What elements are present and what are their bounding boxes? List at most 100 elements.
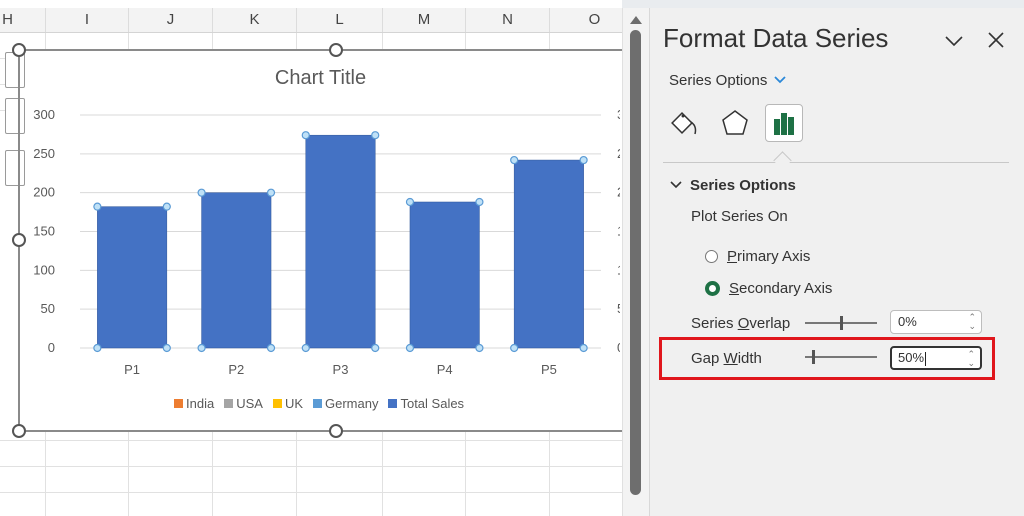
radio-checked-icon	[705, 281, 720, 296]
selection-handle[interactable]	[301, 131, 310, 140]
column-header-k[interactable]: K	[213, 8, 297, 32]
series-options-dropdown[interactable]: Series Options	[669, 72, 787, 89]
column-header-i[interactable]: I	[46, 8, 129, 32]
bar-p5[interactable]	[513, 159, 584, 349]
format-data-series-pane: Format Data Series Series Options Series…	[649, 8, 1024, 516]
resize-handle-top-left[interactable]	[12, 43, 26, 57]
selection-handle[interactable]	[266, 188, 276, 197]
y-tick-label: 50	[41, 301, 55, 316]
chart-legend[interactable]: India USA UK Germany Total Sales	[174, 396, 464, 411]
resize-handle-bottom-center[interactable]	[329, 424, 343, 438]
legend-item-germany[interactable]: Germany	[313, 396, 378, 411]
y-tick-label: 300	[33, 107, 55, 122]
selection-handle[interactable]	[197, 343, 206, 353]
y-tick-label: 0	[48, 340, 55, 355]
close-icon[interactable]	[985, 28, 1007, 50]
chevron-down-icon	[670, 177, 682, 194]
chart-border	[19, 49, 622, 51]
legend-label: Germany	[325, 396, 379, 411]
column-label: J	[166, 11, 175, 28]
selection-handle[interactable]	[93, 343, 102, 353]
secondary-axis-radio[interactable]: Secondary Axis	[705, 280, 832, 297]
effects-tab-icon[interactable]	[716, 104, 754, 142]
legend-label: USA	[236, 396, 263, 411]
resize-handle-middle-left[interactable]	[12, 233, 26, 247]
selection-handle[interactable]	[510, 343, 519, 353]
label-text: idth	[737, 350, 762, 367]
selection-handle[interactable]	[579, 343, 588, 353]
legend-item-total-sales[interactable]: Total Sales	[388, 396, 464, 411]
gap-width-slider[interactable]	[805, 350, 877, 364]
legend-item-india[interactable]: India	[174, 396, 214, 411]
selection-handle[interactable]	[301, 343, 310, 353]
selection-handle[interactable]	[475, 343, 484, 353]
section-title: Series Options	[690, 177, 796, 194]
series-options-section-header[interactable]: Series Options	[670, 177, 796, 194]
column-header-l[interactable]: L	[297, 8, 383, 32]
legend-swatch	[272, 399, 282, 408]
legend-item-uk[interactable]: UK	[272, 396, 303, 411]
label-text: econdary Axis	[739, 280, 833, 297]
selection-handle[interactable]	[266, 343, 276, 353]
series-overlap-slider[interactable]	[805, 316, 877, 330]
bar-p3[interactable]	[305, 134, 376, 349]
selection-handle[interactable]	[371, 343, 380, 353]
vertical-scrollbar[interactable]	[622, 8, 649, 516]
legend-swatch	[224, 399, 234, 408]
access-key: S	[729, 280, 740, 297]
selection-handle[interactable]	[405, 343, 415, 353]
y-tick-label: 200	[33, 185, 55, 200]
resize-handle-bottom-left[interactable]	[12, 424, 26, 438]
column-header-m[interactable]: M	[383, 8, 466, 32]
input-value: 50%	[898, 350, 925, 365]
spin-arrows-icon[interactable]: ⌃ ⌄	[968, 311, 976, 331]
bar-p4[interactable]	[409, 201, 480, 349]
pane-title: Format Data Series	[663, 23, 889, 53]
x-tick-label: P5	[541, 362, 557, 377]
selection-handle[interactable]	[93, 202, 102, 211]
legend-item-usa[interactable]: USA	[224, 396, 263, 411]
legend-label: India	[186, 396, 215, 411]
series-overlap-input[interactable]: 0% ⌃ ⌄	[890, 310, 982, 334]
column-label: O	[588, 11, 601, 28]
x-tick-label: P4	[437, 362, 453, 377]
selection-handle[interactable]	[475, 197, 484, 207]
pane-options-chevron-icon[interactable]	[943, 30, 965, 52]
scroll-up-arrow-icon[interactable]	[630, 16, 642, 24]
selection-handle[interactable]	[510, 155, 519, 165]
column-label: N	[502, 11, 513, 28]
column-label: K	[249, 11, 260, 28]
bar-p2[interactable]	[201, 192, 272, 349]
label-text: Gap	[691, 350, 724, 367]
slider-thumb[interactable]	[840, 316, 843, 330]
fill-line-tab-icon[interactable]	[667, 104, 705, 142]
input-value: 0%	[898, 314, 917, 329]
grid-line	[0, 492, 622, 493]
gap-width-input[interactable]: 50% ⌃ ⌄	[890, 346, 982, 370]
chart-area[interactable]: Chart Title 0050501001001501502002002502…	[5, 50, 622, 431]
selection-handle[interactable]	[371, 131, 380, 140]
bar-p1[interactable]	[97, 206, 168, 349]
resize-handle-top-center[interactable]	[329, 43, 343, 57]
selection-handle[interactable]	[162, 343, 171, 353]
column-header-n[interactable]: N	[466, 8, 550, 32]
selection-handle[interactable]	[579, 155, 588, 165]
selection-handle[interactable]	[197, 188, 206, 197]
selection-handle[interactable]	[405, 197, 415, 207]
column-header-h[interactable]: H	[0, 8, 46, 32]
scrollbar-thumb[interactable]	[630, 30, 641, 495]
plot-area[interactable]: 005050100100150150200200250250300300P1P2…	[19, 50, 622, 431]
series-options-tab-icon[interactable]	[765, 104, 803, 142]
gap-width-label: Gap Width	[691, 350, 762, 367]
slider-thumb[interactable]	[812, 350, 816, 364]
column-header-j[interactable]: J	[129, 8, 213, 32]
primary-axis-label: Primary Axis	[727, 248, 810, 265]
column-header-o[interactable]: O	[550, 8, 622, 32]
primary-axis-radio[interactable]: Primary Axis	[705, 248, 810, 265]
secondary-axis-label: Secondary Axis	[729, 280, 832, 297]
access-key: P	[727, 248, 738, 265]
radio-unchecked-icon	[705, 250, 718, 263]
dropdown-label: Series Options	[669, 72, 768, 89]
selection-handle[interactable]	[162, 202, 171, 211]
spin-arrows-icon[interactable]: ⌃ ⌄	[967, 348, 975, 368]
